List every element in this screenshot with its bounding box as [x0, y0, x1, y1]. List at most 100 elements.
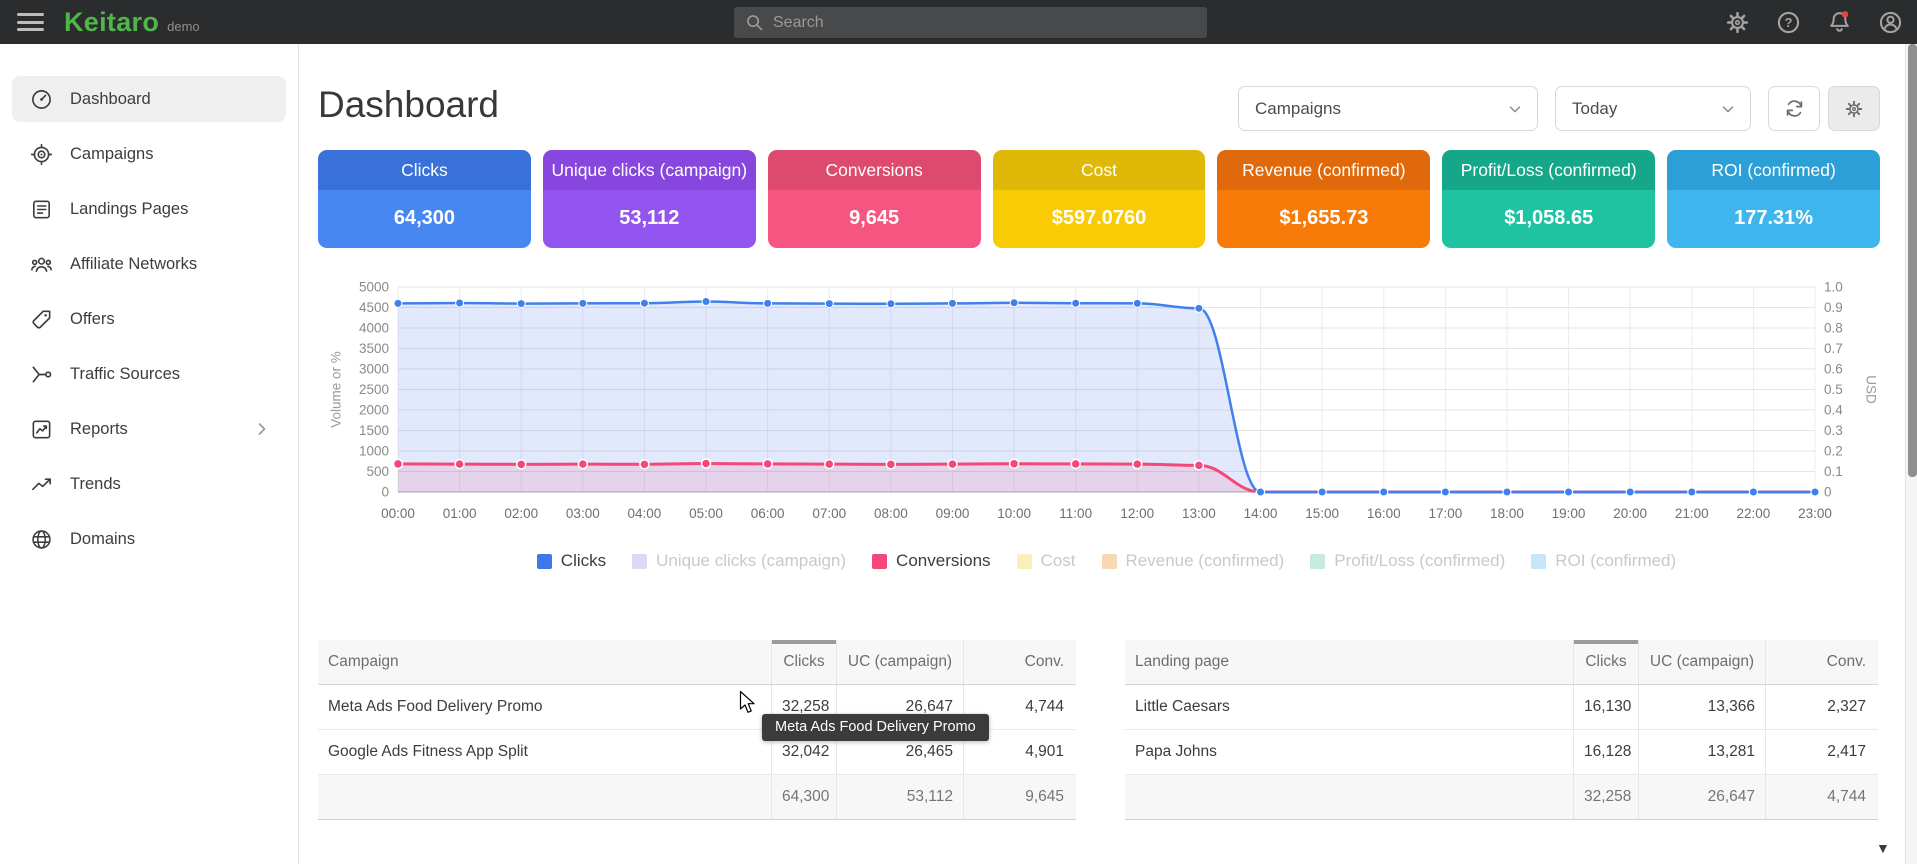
chevron-down-icon: [1506, 100, 1524, 118]
notification-dot: [1842, 11, 1848, 17]
refresh-icon: [1784, 98, 1805, 119]
metric-card-value: 9,645: [768, 190, 981, 248]
table-cell: 53,112: [837, 775, 964, 819]
svg-text:2500: 2500: [359, 382, 389, 397]
metric-card-value: 177.31%: [1667, 190, 1880, 248]
sidebar-item-landings-pages[interactable]: Landings Pages: [12, 186, 286, 232]
traffic-sources-icon: [29, 362, 53, 386]
sidebar-item-label: Campaigns: [70, 145, 153, 164]
column-header[interactable]: Clicks: [771, 640, 837, 684]
svg-text:0.2: 0.2: [1824, 444, 1843, 459]
metric-card-unique-clicks[interactable]: Unique clicks (campaign)53,112: [543, 150, 756, 248]
legend-swatch: [632, 554, 647, 569]
sidebar-item-domains[interactable]: Domains: [12, 516, 286, 562]
metric-card-profit-loss[interactable]: Profit/Loss (confirmed)$1,058.65: [1442, 150, 1655, 248]
sidebar-item-campaigns[interactable]: Campaigns: [12, 131, 286, 177]
table-cell: [318, 775, 771, 819]
metric-card-roi[interactable]: ROI (confirmed)177.31%: [1667, 150, 1880, 248]
table-cell: 2,327: [1766, 685, 1878, 729]
legend-item-profit-loss-confirmed-[interactable]: Profit/Loss (confirmed): [1310, 551, 1505, 571]
svg-text:09:00: 09:00: [936, 506, 970, 521]
global-search[interactable]: [734, 7, 1207, 38]
legend-label: Revenue (confirmed): [1126, 551, 1285, 571]
column-header[interactable]: Conv.: [1766, 640, 1878, 684]
metric-cards-row: Clicks64,300 Unique clicks (campaign)53,…: [318, 150, 1880, 248]
metric-card-value: $1,058.65: [1442, 190, 1655, 248]
notifications-bell-icon[interactable]: [1827, 10, 1852, 35]
brand-logo[interactable]: Keitaro demo: [64, 7, 200, 38]
settings-icon[interactable]: [1725, 10, 1750, 35]
page-title: Dashboard: [318, 84, 499, 126]
metric-card-value: $597.0760: [993, 190, 1206, 248]
metric-card-conversions[interactable]: Conversions9,645: [768, 150, 981, 248]
brand-badge: demo: [167, 19, 200, 34]
table-cell: 9,645: [964, 775, 1076, 819]
svg-text:0.7: 0.7: [1824, 341, 1843, 356]
landing-pages-table: Landing pageClicksUC (campaign)Conv.Litt…: [1125, 640, 1878, 820]
search-input[interactable]: [773, 14, 1207, 32]
column-header[interactable]: Conv.: [964, 640, 1076, 684]
sidebar-item-traffic-sources[interactable]: Traffic Sources: [12, 351, 286, 397]
svg-text:08:00: 08:00: [874, 506, 908, 521]
dashboard-icon: [29, 87, 53, 111]
table-row[interactable]: Papa Johns16,12813,2812,417: [1125, 730, 1878, 775]
legend-item-clicks[interactable]: Clicks: [537, 551, 606, 571]
legend-item-roi-confirmed-[interactable]: ROI (confirmed): [1531, 551, 1676, 571]
sidebar-item-trends[interactable]: Trends: [12, 461, 286, 507]
svg-text:1000: 1000: [359, 444, 389, 459]
legend-label: Conversions: [896, 551, 991, 571]
sidebar-item-label: Offers: [70, 310, 115, 329]
sidebar-item-reports[interactable]: Reports: [12, 406, 286, 452]
legend-swatch: [872, 554, 887, 569]
domains-icon: [29, 527, 53, 551]
sidebar-item-affiliate-networks[interactable]: Affiliate Networks: [12, 241, 286, 287]
metric-card-revenue[interactable]: Revenue (confirmed)$1,655.73: [1217, 150, 1430, 248]
column-header[interactable]: Clicks: [1573, 640, 1639, 684]
legend-item-conversions[interactable]: Conversions: [872, 551, 991, 571]
svg-text:20:00: 20:00: [1613, 506, 1647, 521]
scrollbar-thumb[interactable]: [1908, 44, 1917, 477]
svg-text:11:00: 11:00: [1059, 506, 1092, 521]
column-header[interactable]: UC (campaign): [1639, 640, 1766, 684]
account-icon[interactable]: [1878, 10, 1903, 35]
svg-text:3500: 3500: [359, 341, 389, 356]
table-cell: 4,744: [1766, 775, 1878, 819]
y-axis-label-left: Volume or %: [329, 310, 344, 470]
svg-text:00:00: 00:00: [381, 506, 415, 521]
svg-text:0.6: 0.6: [1824, 362, 1843, 377]
sidebar-item-label: Domains: [70, 530, 135, 549]
help-icon[interactable]: ?: [1776, 10, 1801, 35]
svg-text:500: 500: [366, 464, 389, 479]
date-range-select[interactable]: Today: [1555, 86, 1751, 131]
column-header: Campaign: [318, 640, 771, 684]
svg-text:15:00: 15:00: [1305, 506, 1339, 521]
search-icon: [745, 13, 764, 32]
metric-card-cost[interactable]: Cost$597.0760: [993, 150, 1206, 248]
table-row[interactable]: Little Caesars16,13013,3662,327: [1125, 685, 1878, 730]
legend-item-unique-clicks-campaign-[interactable]: Unique clicks (campaign): [632, 551, 846, 571]
vertical-scrollbar[interactable]: [1905, 44, 1917, 864]
sidebar-item-label: Reports: [70, 420, 128, 439]
sort-indicator: [771, 640, 837, 644]
hamburger-menu-icon[interactable]: [17, 9, 44, 36]
metric-card-clicks[interactable]: Clicks64,300: [318, 150, 531, 248]
column-header[interactable]: UC (campaign): [837, 640, 964, 684]
sidebar-item-offers[interactable]: Offers: [12, 296, 286, 342]
scroll-down-indicator[interactable]: ▼: [1876, 840, 1890, 856]
svg-text:04:00: 04:00: [628, 506, 662, 521]
legend-item-cost[interactable]: Cost: [1017, 551, 1076, 571]
legend-swatch: [1102, 554, 1117, 569]
sort-indicator: [1573, 640, 1639, 644]
svg-text:16:00: 16:00: [1367, 506, 1401, 521]
metric-card-label: Revenue (confirmed): [1217, 150, 1430, 190]
topbar-icons: ?: [1725, 0, 1903, 44]
legend-label: Profit/Loss (confirmed): [1334, 551, 1505, 571]
sidebar-item-dashboard[interactable]: Dashboard: [12, 76, 286, 122]
dashboard-settings-button[interactable]: [1828, 86, 1880, 131]
chevron-down-icon: [1719, 100, 1737, 118]
group-by-select[interactable]: Campaigns: [1238, 86, 1538, 131]
table-header-row: CampaignClicksUC (campaign)Conv.: [318, 640, 1076, 685]
legend-item-revenue-confirmed-[interactable]: Revenue (confirmed): [1102, 551, 1285, 571]
table-cell: 64,300: [771, 775, 837, 819]
refresh-button[interactable]: [1768, 86, 1820, 131]
